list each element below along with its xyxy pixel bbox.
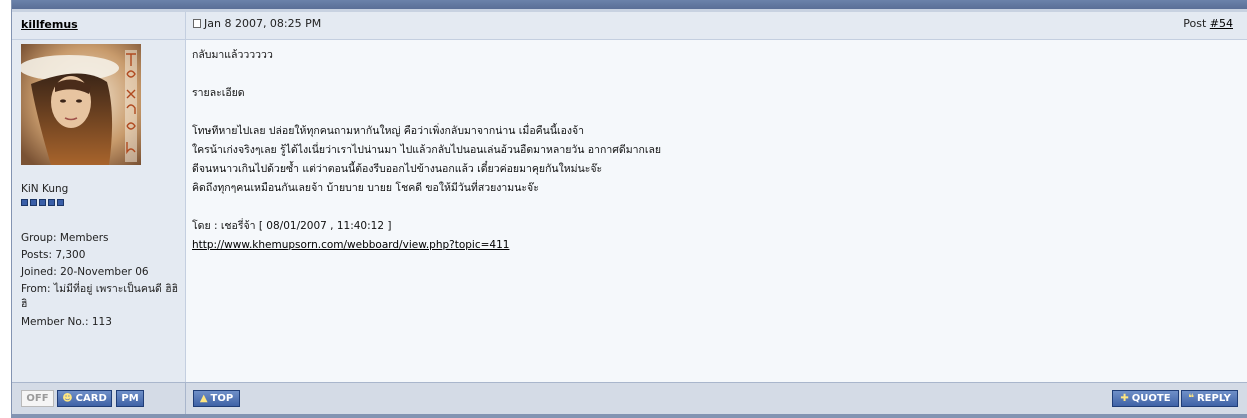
reply-button[interactable]: ❝ REPLY <box>1181 390 1238 407</box>
avatar-image <box>21 44 141 165</box>
arrow-up-icon: ▲ <box>199 393 208 404</box>
post-number: Post #54 <box>1183 17 1233 30</box>
pm-label: PM <box>121 393 139 404</box>
post-date: Jan 8 2007, 08:25 PM <box>193 17 321 30</box>
card-label: CARD <box>75 393 107 404</box>
card-button[interactable]: ☻ CARD <box>57 390 112 407</box>
off-label: OFF <box>26 393 49 404</box>
post-content: กลับมาแล้วววววว รายละเอียด โทษทีหายไปเลย… <box>192 46 661 255</box>
rank-pip <box>21 199 28 206</box>
post-line: โทษทีหายไปเลย ปล่อยให้ทุกคนถามหากันใหญ่ … <box>192 125 585 137</box>
user-sidebar: KiN Kung Group: Members Posts: 7,300 Joi… <box>12 40 186 382</box>
post-footer: OFF ☻ CARD PM ▲ TOP ✚ QUOTE ❝ REPLY <box>12 382 1247 415</box>
user-from: From: ไม่มีที่อยู่ เพราะเป็นคนดี ฮิฮิฮิ <box>21 283 179 310</box>
rank-pip <box>39 199 46 206</box>
post-body: กลับมาแล้วววววว รายละเอียด โทษทีหายไปเลย… <box>186 40 1247 382</box>
user-header-cell: killfemus <box>12 12 186 39</box>
user-joined: Joined: 20-November 06 <box>21 266 149 278</box>
user-group: Group: Members <box>21 232 109 244</box>
user-info: Group: Members Posts: 7,300 Joined: 20-N… <box>21 230 181 331</box>
rank-name: KiN Kung <box>21 183 69 195</box>
post-line: ดีจนหนาวเกินไปด้วยซ้ำ แต่ว่าตอนนี้ต้องรี… <box>192 163 603 175</box>
post-frame: killfemus Jan 8 2007, 08:25 PM Post #54 <box>11 0 1247 418</box>
post-byline: โดย : เชอรี่จ้า [ 08/01/2007 , 11:40:12 … <box>192 220 392 232</box>
post-label: Post <box>1183 17 1210 30</box>
username-link[interactable]: killfemus <box>21 18 78 31</box>
post-line: รายละเอียด <box>192 87 245 99</box>
post-number-link[interactable]: #54 <box>1210 17 1233 30</box>
online-status-button[interactable]: OFF <box>21 390 54 407</box>
rank-pips <box>21 199 64 206</box>
post-line: กลับมาแล้วววววว <box>192 49 273 61</box>
top-bar <box>12 0 1247 9</box>
user-posts: Posts: 7,300 <box>21 249 86 261</box>
post-date-text: Jan 8 2007, 08:25 PM <box>204 17 322 30</box>
avatar[interactable] <box>21 44 141 165</box>
rank-pip <box>57 199 64 206</box>
rank-pip <box>30 199 37 206</box>
post-link[interactable]: http://www.khemupsorn.com/webboard/view.… <box>192 239 509 251</box>
reply-label: REPLY <box>1196 393 1231 404</box>
pm-button[interactable]: PM <box>116 390 144 407</box>
quote-icon: ❝ <box>1188 393 1194 404</box>
quote-button[interactable]: ✚ QUOTE <box>1112 390 1179 407</box>
top-button[interactable]: ▲ TOP <box>193 390 240 407</box>
quote-label: QUOTE <box>1131 393 1171 404</box>
post-header: killfemus Jan 8 2007, 08:25 PM Post #54 <box>12 12 1247 40</box>
bottom-bar <box>12 414 1247 418</box>
post-line: คิดถึงทุกๆคนเหมือนกันเลยจ้า บ้ายบาย บายย… <box>192 182 539 194</box>
user-icon: ☻ <box>62 393 73 404</box>
plus-icon: ✚ <box>1120 393 1129 404</box>
post-line: ใครน้าเก่งจริงๆเลย รู้ได้ไงเนี่ยว่าเราไป… <box>192 144 662 156</box>
top-label: TOP <box>210 393 234 404</box>
rank-pip <box>48 199 55 206</box>
user-member-no: Member No.: 113 <box>21 316 112 328</box>
post-icon <box>193 19 201 28</box>
